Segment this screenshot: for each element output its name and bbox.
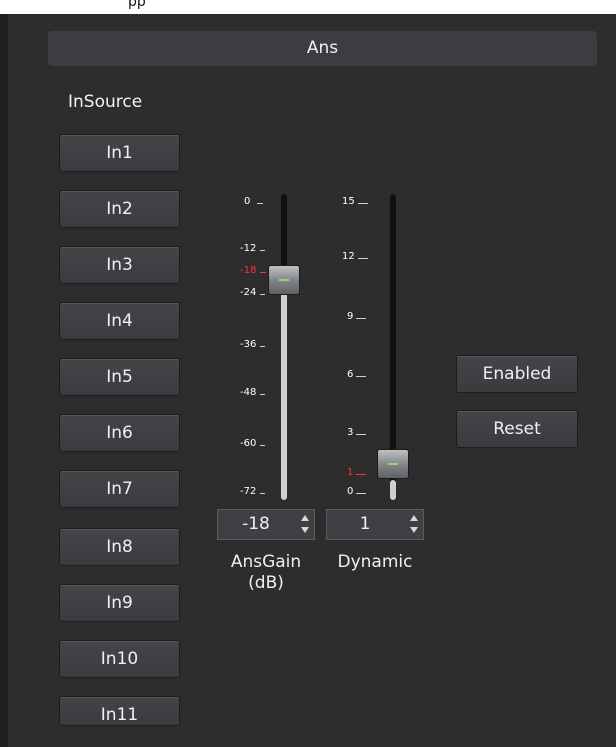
- ans-gain-value[interactable]: -18: [218, 510, 294, 539]
- in-source-button-2[interactable]: In2: [59, 190, 180, 228]
- in-source-button-7[interactable]: In7: [59, 470, 180, 508]
- ans-gain-slider-handle[interactable]: [268, 265, 300, 295]
- in-source-button-10[interactable]: In10: [59, 640, 180, 678]
- dynamic-tick-mark: [356, 493, 366, 494]
- title-strip: pp: [0, 0, 616, 14]
- ans-gain-tick-mark: [260, 294, 265, 295]
- dynamic-track-fill: [390, 480, 396, 500]
- dynamic-slider-handle[interactable]: [377, 449, 409, 479]
- ans-gain-tick-mark: [260, 272, 266, 273]
- dynamic-tick-15: 15: [342, 196, 355, 207]
- in-source-button-8[interactable]: In8: [59, 528, 180, 566]
- dynamic-tick-6: 6: [347, 369, 354, 380]
- dynamic-tick-mark: [356, 318, 366, 319]
- arrow-down-icon[interactable]: [410, 527, 418, 533]
- dynamic-tick-9: 9: [347, 311, 354, 322]
- dynamic-label: Dynamic: [337, 552, 413, 572]
- ans-gain-tick-mark: [260, 346, 265, 347]
- ans-gain-tick-12: -12: [240, 243, 257, 254]
- dynamic-tick-0: 0: [347, 486, 354, 497]
- ans-gain-tick-60: -60: [240, 438, 257, 449]
- ans-gain-tick-mark: [257, 203, 263, 204]
- ans-gain-tick-0: 0: [244, 196, 251, 207]
- dynamic-tick-mark: [356, 376, 366, 377]
- ans-gain-track-fill: [281, 282, 287, 500]
- ans-gain-tick-72: -72: [240, 486, 257, 497]
- dynamic-stepper[interactable]: [407, 513, 421, 537]
- ans-gain-tick-mark: [260, 250, 265, 251]
- dynamic-tick-mark: [356, 474, 366, 475]
- in-source-button-6[interactable]: In6: [59, 414, 180, 452]
- in-source-button-3[interactable]: In3: [59, 246, 180, 284]
- ans-gain-tick-36: -36: [240, 339, 257, 350]
- left-edge: [0, 14, 8, 747]
- dynamic-tick-12: 12: [342, 251, 355, 262]
- arrow-up-icon[interactable]: [301, 515, 309, 521]
- dynamic-tick-1: 1: [347, 467, 354, 478]
- dynamic-tick-mark: [356, 434, 366, 435]
- ans-gain-unit-label: (dB): [248, 573, 284, 593]
- window-title-fragment: pp: [128, 0, 146, 10]
- insource-label: InSource: [68, 92, 143, 112]
- ans-gain-tick-18: -18: [240, 265, 257, 276]
- dynamic-spinbox[interactable]: 1: [326, 509, 424, 540]
- dynamic-value[interactable]: 1: [327, 510, 403, 539]
- ans-gain-spinbox[interactable]: -18: [217, 509, 315, 540]
- in-source-button-9[interactable]: In9: [59, 584, 180, 622]
- ans-gain-track[interactable]: [281, 194, 287, 500]
- ans-gain-label: AnsGain: [230, 552, 302, 572]
- in-source-button-1[interactable]: In1: [59, 134, 180, 172]
- ans-gain-tick-mark: [260, 445, 265, 446]
- arrow-down-icon[interactable]: [301, 527, 309, 533]
- enabled-button[interactable]: Enabled: [456, 355, 578, 393]
- reset-button[interactable]: Reset: [456, 410, 578, 448]
- dynamic-tick-mark: [358, 258, 368, 259]
- arrow-up-icon[interactable]: [410, 515, 418, 521]
- ans-gain-tick-24: -24: [240, 287, 257, 298]
- dynamic-tick-mark: [358, 203, 368, 204]
- in-source-button-5[interactable]: In5: [59, 358, 180, 396]
- panel-header: Ans: [48, 31, 597, 66]
- handle-indicator: [388, 463, 398, 465]
- dynamic-tick-3: 3: [347, 427, 354, 438]
- ans-gain-tick-mark: [260, 394, 265, 395]
- ans-gain-tick-48: -48: [240, 387, 257, 398]
- ans-gain-tick-mark: [260, 493, 265, 494]
- handle-indicator: [279, 279, 289, 281]
- in-source-button-11[interactable]: In11: [59, 696, 180, 726]
- in-source-button-4[interactable]: In4: [59, 302, 180, 340]
- ans-gain-stepper[interactable]: [298, 513, 312, 537]
